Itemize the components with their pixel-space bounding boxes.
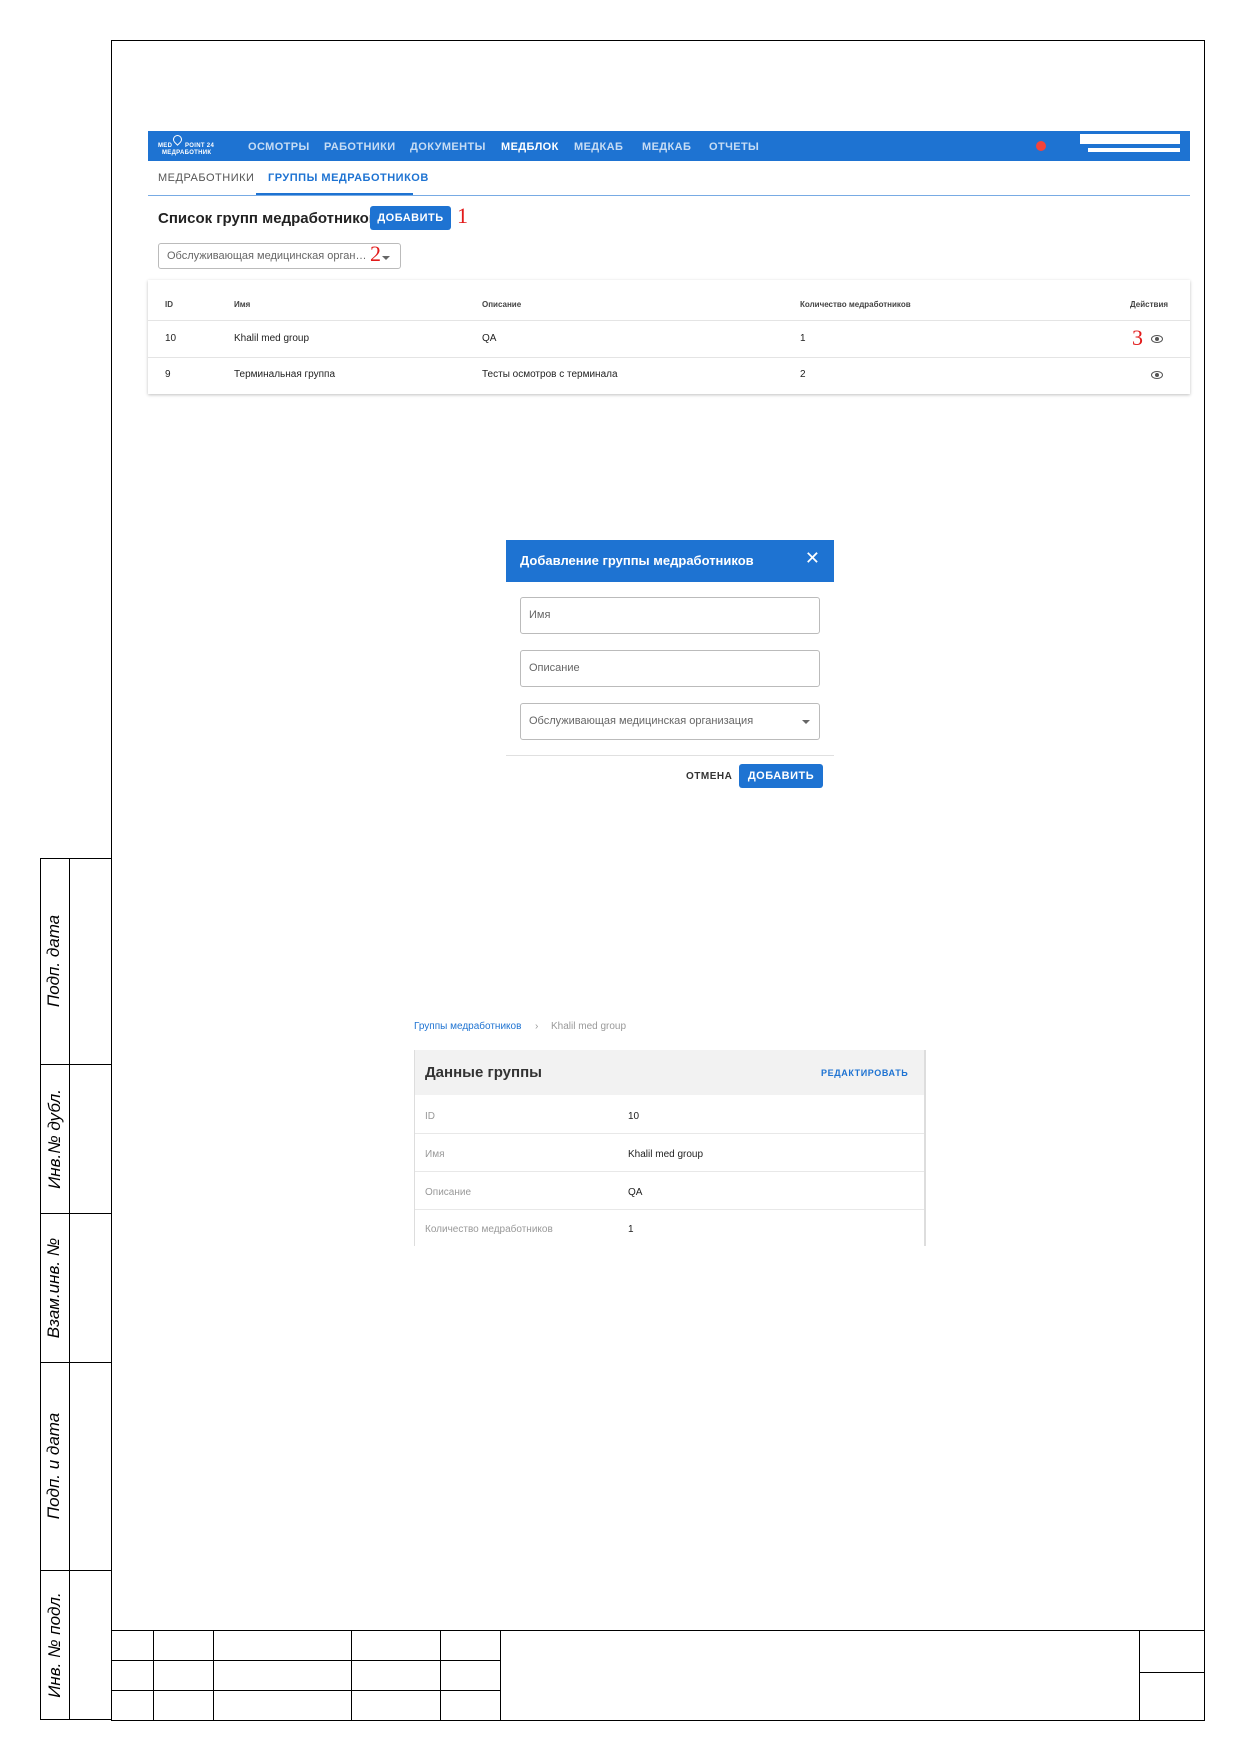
close-icon[interactable]: ✕	[805, 549, 820, 567]
callout-number: 3	[1132, 325, 1143, 350]
groups-table: ID Имя Описание Количество медработников…	[148, 280, 1190, 394]
title-block-line	[1139, 1630, 1140, 1721]
card-border	[924, 1050, 926, 1246]
cell-description: Тесты осмотров с терминала	[482, 369, 618, 380]
org-select-placeholder: Обслуживающая медицинская организация	[529, 715, 754, 727]
row-divider	[415, 1171, 924, 1172]
group-description-input[interactable]: Описание	[520, 650, 820, 687]
side-label-sign-and-date: Подп. и дата	[44, 1412, 64, 1520]
breadcrumb-separator: ›	[535, 1021, 539, 1032]
row-divider	[415, 1209, 924, 1210]
chevron-down-icon	[802, 720, 810, 724]
nav-item-documents[interactable]: ДОКУМЕНТЫ	[410, 141, 486, 153]
eye-icon[interactable]	[1151, 335, 1163, 343]
cell-name: Терминальная группа	[234, 369, 336, 380]
field-value-count: 1	[628, 1224, 634, 1235]
tabs-divider	[148, 195, 1190, 196]
cell-description: QA	[482, 333, 497, 344]
row-divider	[415, 1133, 924, 1134]
submit-add-button[interactable]: ДОБАВИТЬ	[739, 764, 823, 788]
breadcrumb-groups-link[interactable]: Группы медработников	[414, 1021, 521, 1032]
add-group-dialog: Добавление группы медработников ✕ Имя Оп…	[506, 540, 834, 795]
title-block-line	[500, 1630, 501, 1721]
org-filter-value: Обслуживающая медицинская орган…	[167, 250, 367, 262]
status-dot	[1036, 141, 1046, 151]
side-stamp-divider	[69, 858, 70, 1720]
dialog-title: Добавление группы медработников	[520, 553, 754, 568]
cell-count: 2	[800, 369, 806, 380]
edit-button[interactable]: РЕДАКТИРОВАТЬ	[821, 1068, 908, 1078]
field-label-count: Количество медработников	[425, 1224, 553, 1235]
logo-text: POINT 24	[185, 143, 215, 149]
location-pin-icon	[171, 133, 184, 146]
row-divider	[148, 357, 1190, 358]
title-block-line	[213, 1630, 214, 1721]
cell-name: Khalil med group	[234, 333, 310, 344]
breadcrumb-current: Khalil med group	[551, 1021, 627, 1032]
group-description-placeholder: Описание	[529, 662, 580, 674]
column-header-count[interactable]: Количество медработников	[800, 300, 911, 309]
title-block-line	[351, 1630, 352, 1721]
user-role-field	[1088, 148, 1180, 152]
column-header-actions: Действия	[1130, 300, 1169, 309]
side-label-orig-inv: Инв. № подл.	[44, 1592, 64, 1698]
field-value-name: Khalil med group	[628, 1149, 704, 1160]
field-value-description: QA	[628, 1187, 643, 1198]
field-label-id: ID	[425, 1111, 435, 1122]
eye-icon[interactable]	[1151, 371, 1163, 379]
dialog-actions-divider	[506, 755, 834, 756]
side-label-replace-inv: Взам.инв. №	[44, 1237, 64, 1338]
nav-item-inspections[interactable]: ОСМОТРЫ	[248, 141, 310, 153]
org-filter-select[interactable]: Обслуживающая медицинская орган…	[158, 243, 401, 269]
card-border	[414, 1050, 415, 1246]
page-title: Список групп медработников	[158, 210, 378, 227]
medpoint-logo[interactable]: MED POINT 24 МЕДРАБОТНИК	[158, 133, 226, 157]
nav-item-reports[interactable]: ОТЧЕТЫ	[709, 141, 759, 153]
cancel-button[interactable]: ОТМЕНА	[686, 771, 732, 782]
column-header-description[interactable]: Описание	[482, 300, 521, 309]
add-group-button[interactable]: ДОБАВИТЬ	[370, 206, 451, 230]
title-block-line	[440, 1630, 441, 1721]
nav-item-workers[interactable]: РАБОТНИКИ	[324, 141, 396, 153]
column-header-name[interactable]: Имя	[234, 300, 250, 309]
group-name-placeholder: Имя	[529, 609, 551, 621]
field-value-id: 10	[628, 1111, 640, 1122]
title-block-line	[1139, 1672, 1205, 1673]
title-block-line	[111, 1630, 1205, 1631]
cell-id: 9	[165, 369, 171, 380]
top-navbar: MED POINT 24 МЕДРАБОТНИК ОСМОТРЫ РАБОТНИ…	[148, 131, 1190, 161]
nav-item-medkab-2[interactable]: МЕДКАБ	[642, 141, 691, 153]
callout-number: 2	[370, 241, 381, 266]
dialog-header: Добавление группы медработников ✕	[506, 540, 834, 582]
side-label-sign-date: Подп. дата	[44, 914, 64, 1008]
user-name-field[interactable]	[1080, 134, 1180, 144]
logo-text: MED	[158, 143, 173, 149]
callout-number: 1	[457, 203, 468, 228]
tab-medworkers[interactable]: МЕДРАБОТНИКИ	[158, 172, 254, 184]
tab-medworker-groups[interactable]: ГРУППЫ МЕДРАБОТНИКОВ	[268, 172, 429, 184]
title-block-line	[153, 1630, 154, 1721]
details-title: Данные группы	[425, 1064, 542, 1081]
title-block-line	[111, 1660, 501, 1661]
org-select[interactable]: Обслуживающая медицинская организация	[520, 703, 820, 740]
title-block-line	[111, 1690, 501, 1691]
logo-subtitle: МЕДРАБОТНИК	[162, 150, 212, 156]
cell-count: 1	[800, 333, 806, 344]
nav-item-medkab[interactable]: МЕДКАБ	[574, 141, 623, 153]
side-label-dup-inv: Инв.№ дубл.	[44, 1088, 64, 1189]
cell-id: 10	[165, 333, 177, 344]
row-divider	[148, 320, 1190, 321]
field-label-description: Описание	[425, 1187, 472, 1198]
group-name-input[interactable]: Имя	[520, 597, 820, 634]
field-label-name: Имя	[425, 1149, 445, 1160]
column-header-id[interactable]: ID	[165, 300, 173, 309]
chevron-down-icon	[382, 256, 390, 260]
nav-item-medblock[interactable]: МЕДБЛОК	[501, 141, 559, 153]
